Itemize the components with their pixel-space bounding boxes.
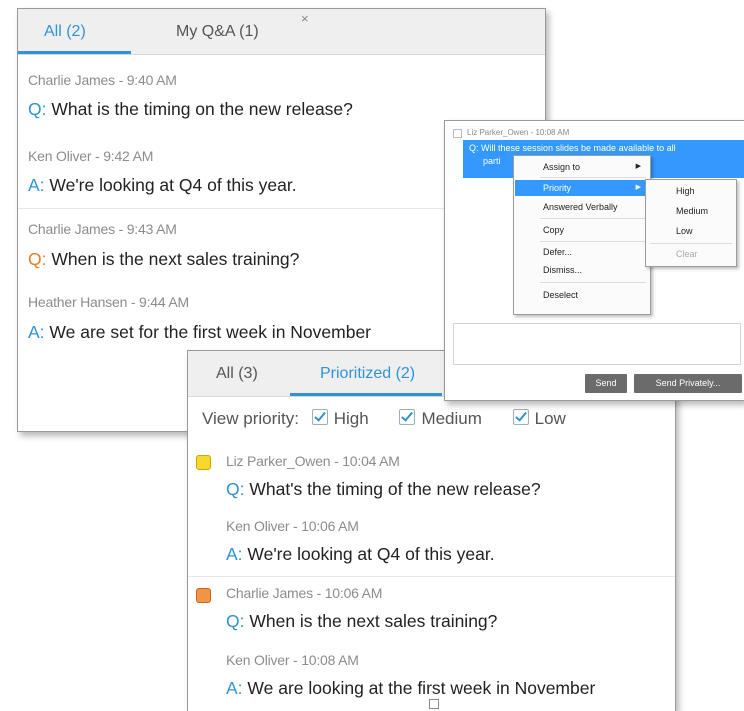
- priority-submenu: High Medium Low Clear: [645, 179, 737, 267]
- question-text[interactable]: Q: What is the timing on the new release…: [28, 99, 353, 120]
- divider: [188, 576, 675, 577]
- menu-item-defer[interactable]: Defer...: [515, 244, 649, 260]
- medium-priority-flag-icon[interactable]: [196, 588, 211, 603]
- tab-prioritized[interactable]: Prioritized (2): [290, 351, 442, 396]
- tab-all[interactable]: All (3): [188, 351, 290, 396]
- menu-item-answered-verbally[interactable]: Answered Verbally: [515, 199, 649, 215]
- tab-all[interactable]: All (2): [18, 9, 131, 54]
- high-checkbox[interactable]: [311, 409, 328, 425]
- answer-text[interactable]: A: We're looking at Q4 of this year.: [226, 544, 495, 565]
- question-text[interactable]: Q: When is the next sales training?: [28, 249, 299, 270]
- submenu-item-medium[interactable]: Medium: [676, 206, 708, 216]
- send-privately-button[interactable]: Send Privately...: [634, 374, 742, 393]
- submenu-arrow-icon: ▶: [635, 163, 641, 170]
- resize-handle[interactable]: [429, 699, 439, 709]
- high-priority-flag-icon[interactable]: [196, 455, 211, 470]
- message-meta: Charlie James - 9:40 AM: [28, 72, 177, 88]
- tab-my-qa[interactable]: My Q&A (1) ×: [131, 9, 321, 54]
- submenu-item-low[interactable]: Low: [676, 226, 693, 236]
- message-meta: Ken Oliver - 10:06 AM: [226, 518, 359, 534]
- view-priority-filter: View priority: High Medium Low: [202, 409, 566, 428]
- message-meta: Liz Parker_Owen - 10:08 AM: [467, 128, 570, 137]
- menu-item-deselect[interactable]: Deselect: [515, 287, 649, 303]
- menu-item-assign-to[interactable]: Assign to ▶: [515, 159, 649, 175]
- qa-panel-prioritized: All (3) Prioritized (2) View priority: H…: [187, 350, 676, 711]
- message-meta: Ken Oliver - 9:42 AM: [28, 148, 154, 164]
- context-menu: Assign to ▶ Priority ▶ Answered Verbally…: [513, 155, 651, 315]
- submenu-item-clear[interactable]: Clear: [676, 249, 698, 259]
- close-icon[interactable]: ×: [301, 11, 309, 26]
- low-checkbox[interactable]: [512, 409, 529, 425]
- answer-text[interactable]: A: We're looking at Q4 of this year.: [28, 175, 297, 196]
- question-text[interactable]: Q: What's the timing of the new release?: [226, 479, 541, 500]
- reply-input[interactable]: [453, 323, 741, 365]
- message-meta: Charlie James - 9:43 AM: [28, 221, 177, 237]
- answer-text[interactable]: A: We are looking at the first week in N…: [226, 678, 595, 699]
- answer-text[interactable]: A: We are set for the first week in Nove…: [28, 322, 371, 343]
- message-meta: Ken Oliver - 10:08 AM: [226, 652, 359, 668]
- tab-bar: All (2) My Q&A (1) ×: [18, 9, 545, 55]
- menu-item-priority[interactable]: Priority ▶: [515, 180, 649, 196]
- send-button[interactable]: Send: [585, 374, 627, 393]
- submenu-item-high[interactable]: High: [676, 186, 695, 196]
- message-meta: Charlie James - 10:06 AM: [226, 585, 383, 601]
- question-text[interactable]: Q: When is the next sales training?: [226, 611, 497, 632]
- message-meta: Heather Hansen - 9:44 AM: [28, 294, 189, 310]
- message-meta: Liz Parker_Owen - 10:04 AM: [226, 453, 400, 469]
- menu-item-dismiss[interactable]: Dismiss...: [515, 262, 649, 278]
- qa-context-panel: Liz Parker_Owen - 10:08 AM Q: Will these…: [444, 120, 744, 401]
- medium-checkbox[interactable]: [399, 409, 416, 425]
- menu-item-copy[interactable]: Copy: [515, 222, 649, 238]
- submenu-arrow-icon: ▶: [635, 184, 641, 191]
- select-checkbox[interactable]: [453, 129, 462, 138]
